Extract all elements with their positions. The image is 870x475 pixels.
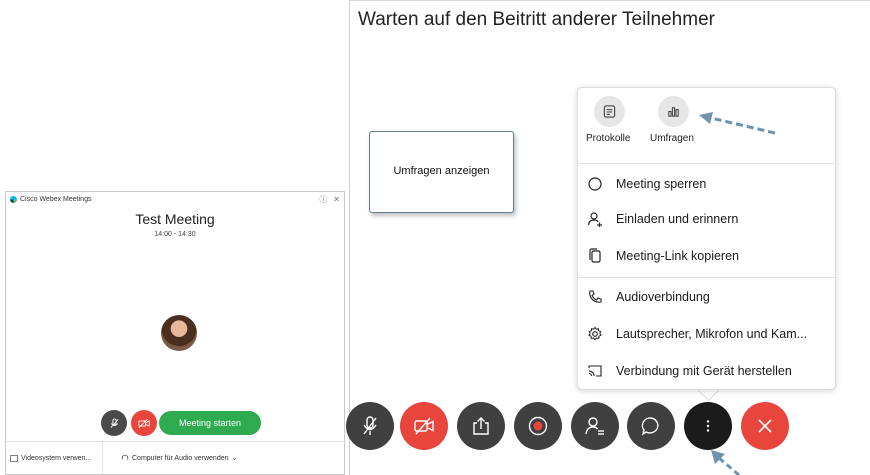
lock-meeting-icon: [586, 175, 604, 193]
chevron-down-icon: ⌄: [231, 455, 238, 462]
mic-icon: [363, 416, 377, 435]
webex-logo-icon: [10, 195, 17, 203]
start-meeting-button[interactable]: Meeting starten: [159, 411, 261, 435]
record-button[interactable]: [514, 402, 562, 450]
settings-gear-icon: [586, 325, 604, 343]
menu-item-label: Meeting sperren: [616, 177, 707, 191]
menu-item-lock-meeting[interactable]: Meeting sperren: [578, 167, 835, 201]
meeting-time: 14:00 - 14:30: [154, 231, 196, 238]
mic-icon: [109, 417, 119, 428]
camera-off-icon: [138, 418, 150, 428]
cast-icon: [10, 454, 18, 462]
notes-button[interactable]: [594, 96, 625, 127]
phone-icon: [586, 288, 604, 306]
pointer-arrow-icon: [711, 450, 740, 475]
callout-text: Umfragen anzeigen: [393, 165, 490, 177]
meeting-title: Test Meeting: [135, 211, 215, 227]
help-icon[interactable]: ⓘ: [319, 194, 327, 205]
camera-off-icon: [414, 417, 434, 435]
more-options-icon: [706, 420, 710, 432]
window-footer: Videosystem verwen... Computer für Audio…: [6, 441, 344, 474]
page-title: Warten auf den Beitritt anderer Teilnehm…: [358, 9, 715, 30]
record-icon: [528, 416, 548, 436]
menu-item-copy-link[interactable]: Meeting-Link kopieren: [578, 239, 835, 273]
video-system-button[interactable]: Videosystem verwen...: [6, 442, 103, 474]
menu-item-label: Verbindung mit Gerät herstellen: [616, 364, 792, 378]
window-titlebar: Cisco Webex Meetings ⓘ ✕: [6, 192, 344, 206]
notes-icon: [603, 105, 616, 118]
leave-icon: [758, 419, 772, 433]
video-system-label: Videosystem verwen...: [21, 454, 92, 462]
mute-button[interactable]: [101, 410, 127, 436]
participants-button[interactable]: [571, 402, 619, 450]
pointer-arrow-icon: [699, 112, 776, 135]
polls-icon: [668, 107, 679, 117]
menu-item-audio-connection[interactable]: Audioverbindung: [578, 280, 835, 314]
headset-icon: [121, 454, 129, 460]
menu-item-label: Einladen und erinnern: [616, 212, 739, 226]
callout-box: Umfragen anzeigen: [369, 131, 514, 213]
chat-icon: [641, 417, 659, 436]
audio-select[interactable]: Computer für Audio verwenden ⌄: [103, 454, 237, 462]
share-icon: [473, 417, 489, 435]
leave-button[interactable]: [741, 402, 789, 450]
polls-button[interactable]: [658, 96, 689, 127]
close-icon[interactable]: ✕: [333, 195, 340, 204]
chat-button[interactable]: [627, 402, 675, 450]
menu-item-label: Meeting-Link kopieren: [616, 249, 739, 263]
menu-item-connect-device[interactable]: Verbindung mit Gerät herstellen: [578, 354, 835, 388]
video-button[interactable]: [400, 402, 448, 450]
audio-select-label: Computer für Audio verwenden: [132, 454, 229, 462]
menu-item-speaker-mic-camera[interactable]: Lautsprecher, Mikrofon und Kam...: [578, 317, 835, 351]
menu-item-label: Lautsprecher, Mikrofon und Kam...: [616, 327, 808, 341]
participants-icon: [585, 417, 604, 435]
window-title: Cisco Webex Meetings: [20, 195, 92, 203]
menu-divider: [578, 277, 835, 278]
avatar: [161, 315, 197, 351]
invite-user-icon: [586, 210, 604, 228]
menu-item-label: Audioverbindung: [616, 290, 710, 304]
polls-label: Umfragen: [650, 133, 694, 144]
menu-item-invite[interactable]: Einladen und erinnern: [578, 202, 835, 236]
copy-icon: [586, 247, 604, 265]
webex-start-window: Cisco Webex Meetings ⓘ ✕ Test Meeting 14…: [5, 191, 345, 475]
mute-button[interactable]: [346, 402, 394, 450]
cast-device-icon: [586, 362, 604, 380]
share-button[interactable]: [457, 402, 505, 450]
more-button[interactable]: [684, 402, 732, 450]
notes-label: Protokolle: [586, 133, 631, 144]
video-button[interactable]: [131, 410, 157, 436]
